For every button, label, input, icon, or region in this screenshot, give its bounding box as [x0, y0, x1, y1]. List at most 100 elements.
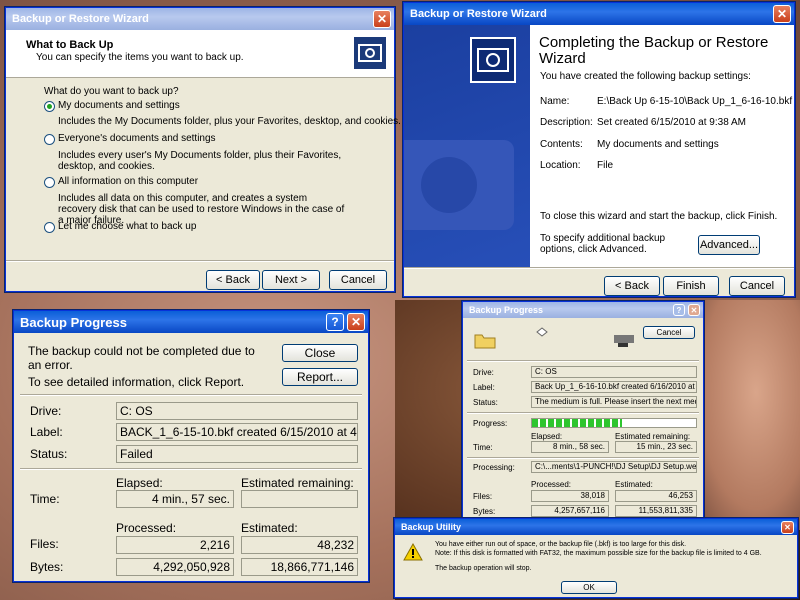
warning-icon — [403, 543, 423, 561]
files-processed: 2,216 — [116, 536, 234, 554]
elapsed-value: 8 min., 58 sec. — [531, 441, 609, 453]
advanced-button[interactable]: Advanced... — [698, 235, 760, 255]
processing-label: Processing: — [473, 463, 515, 472]
location-value: File — [597, 160, 614, 171]
location-key: Location: — [540, 160, 581, 171]
divider — [6, 260, 394, 262]
ok-button[interactable]: OK — [561, 581, 617, 594]
close-icon[interactable]: ✕ — [688, 304, 700, 316]
processed-header: Processed: — [531, 480, 572, 489]
divider — [20, 394, 362, 396]
wizard-what-to-back-up: Backup or Restore Wizard ✕ What to Back … — [5, 7, 401, 292]
bytes-label: Bytes: — [30, 560, 64, 574]
option-let-me-choose-radio[interactable] — [44, 222, 55, 233]
cancel-button[interactable]: Cancel — [729, 276, 785, 296]
drive-label: Drive: — [30, 404, 62, 418]
report-button[interactable]: Report... — [282, 368, 358, 386]
titlebar: Backup or Restore Wizard ✕ — [6, 8, 394, 30]
label-label: Label: — [473, 383, 495, 392]
status-label: Status: — [473, 398, 498, 407]
back-button[interactable]: < Back — [206, 270, 260, 290]
label-value: BACK_1_6-15-10.bkf created 6/15/2010 at … — [116, 423, 358, 441]
help-icon[interactable]: ? — [673, 304, 685, 316]
close-button[interactable]: Close — [282, 344, 358, 362]
elapsed-value: 4 min., 57 sec. — [116, 490, 234, 508]
drive-label: Drive: — [473, 368, 494, 377]
files-estimated: 48,232 — [241, 536, 358, 554]
message-line-2: Note: If this disk is formatted with FAT… — [435, 550, 762, 557]
elapsed-header: Elapsed: — [116, 476, 163, 490]
window-title: Backup Progress — [20, 314, 127, 330]
window-title: Backup or Restore Wizard — [410, 8, 547, 20]
message-line-3: The backup operation will stop. — [435, 565, 532, 572]
divider — [20, 468, 362, 470]
bytes-estimated: 11,553,811,335 — [615, 505, 697, 517]
close-note: To close this wizard and start the backu… — [540, 211, 778, 222]
divider — [467, 412, 699, 414]
window-title: Backup or Restore Wizard — [12, 13, 149, 25]
wizard-header: What to Back Up You can specify the item… — [6, 30, 394, 78]
estimated-header: Estimated: — [241, 521, 298, 535]
message-line-1: You have either run out of space, or the… — [435, 541, 687, 548]
divider — [404, 267, 794, 269]
divider — [467, 457, 699, 459]
help-icon[interactable]: ? — [326, 313, 344, 331]
description-value: Set created 6/15/2010 at 9:38 AM — [597, 117, 746, 128]
watermark-icon — [404, 140, 514, 230]
window-title: Backup Progress — [469, 305, 544, 315]
window-title: Backup Utility — [401, 522, 462, 532]
option-let-me-choose-label[interactable]: Let me choose what to back up — [58, 221, 196, 232]
option-all-info-label[interactable]: All information on this computer — [58, 176, 198, 187]
backup-wizard-icon — [470, 37, 516, 83]
close-icon[interactable]: ✕ — [347, 313, 365, 331]
next-button[interactable]: Next > — [262, 270, 320, 290]
cancel-button[interactable]: Cancel — [643, 326, 695, 339]
page-subtitle: You can specify the items you want to ba… — [36, 52, 244, 63]
backup-wizard-icon — [353, 36, 387, 70]
question-label: What do you want to back up? — [44, 86, 179, 97]
tape-drive-icon — [614, 335, 634, 347]
error-message: The backup could not be completed due to… — [28, 344, 255, 372]
name-key: Name: — [540, 96, 570, 107]
bytes-estimated: 18,866,771,146 — [241, 558, 358, 576]
page-title: What to Back Up — [26, 39, 114, 51]
contents-key: Contents: — [540, 139, 583, 150]
finish-button[interactable]: Finish — [663, 276, 719, 296]
option-everyone-radio[interactable] — [44, 134, 55, 145]
status-value: Failed — [116, 445, 358, 463]
drive-value: C: OS — [116, 402, 358, 420]
progress-fill — [532, 419, 623, 427]
backup-utility-dialog: Backup Utility ✕ You have either run out… — [394, 518, 798, 598]
close-icon[interactable]: ✕ — [773, 5, 791, 23]
titlebar: Backup Progress ? ✕ — [463, 302, 703, 318]
remaining-value: 15 min., 23 sec. — [615, 441, 697, 453]
background-face — [690, 300, 800, 530]
page-title: Completing the Backup or Restore Wizard — [539, 34, 769, 67]
option-my-documents-radio[interactable] — [44, 101, 55, 112]
estimated-header: Estimated: — [615, 480, 653, 489]
close-icon[interactable]: ✕ — [781, 520, 794, 534]
wizard-side-panel — [404, 25, 530, 267]
option-my-documents-label[interactable]: My documents and settings — [58, 100, 180, 111]
titlebar: Backup Utility ✕ — [395, 519, 797, 535]
divider — [467, 360, 699, 362]
titlebar: Backup or Restore Wizard ✕ — [404, 3, 794, 25]
bytes-processed: 4,292,050,928 — [116, 558, 234, 576]
option-everyone-label[interactable]: Everyone's documents and settings — [58, 133, 216, 144]
back-button[interactable]: < Back — [604, 276, 660, 296]
report-hint: To see detailed information, click Repor… — [28, 375, 245, 389]
intro-text: You have created the following backup se… — [540, 71, 751, 82]
contents-value: My documents and settings — [597, 139, 719, 150]
bytes-processed: 4,257,657,116 — [531, 505, 609, 517]
flying-paper-icon — [536, 327, 548, 337]
option-all-info-radio[interactable] — [44, 177, 55, 188]
label-value: Back Up_1_6-16-10.bkf created 6/16/2010 … — [531, 381, 697, 393]
time-label: Time: — [473, 443, 493, 452]
files-label: Files: — [473, 492, 493, 501]
name-value: E:\Back Up 6-15-10\Back Up_1_6-16-10.bkf — [597, 96, 793, 107]
cancel-button[interactable]: Cancel — [329, 270, 387, 290]
close-icon[interactable]: ✕ — [373, 10, 391, 28]
description-key: Description: — [540, 117, 593, 128]
files-processed: 38,018 — [531, 490, 609, 502]
files-estimated: 46,253 — [615, 490, 697, 502]
